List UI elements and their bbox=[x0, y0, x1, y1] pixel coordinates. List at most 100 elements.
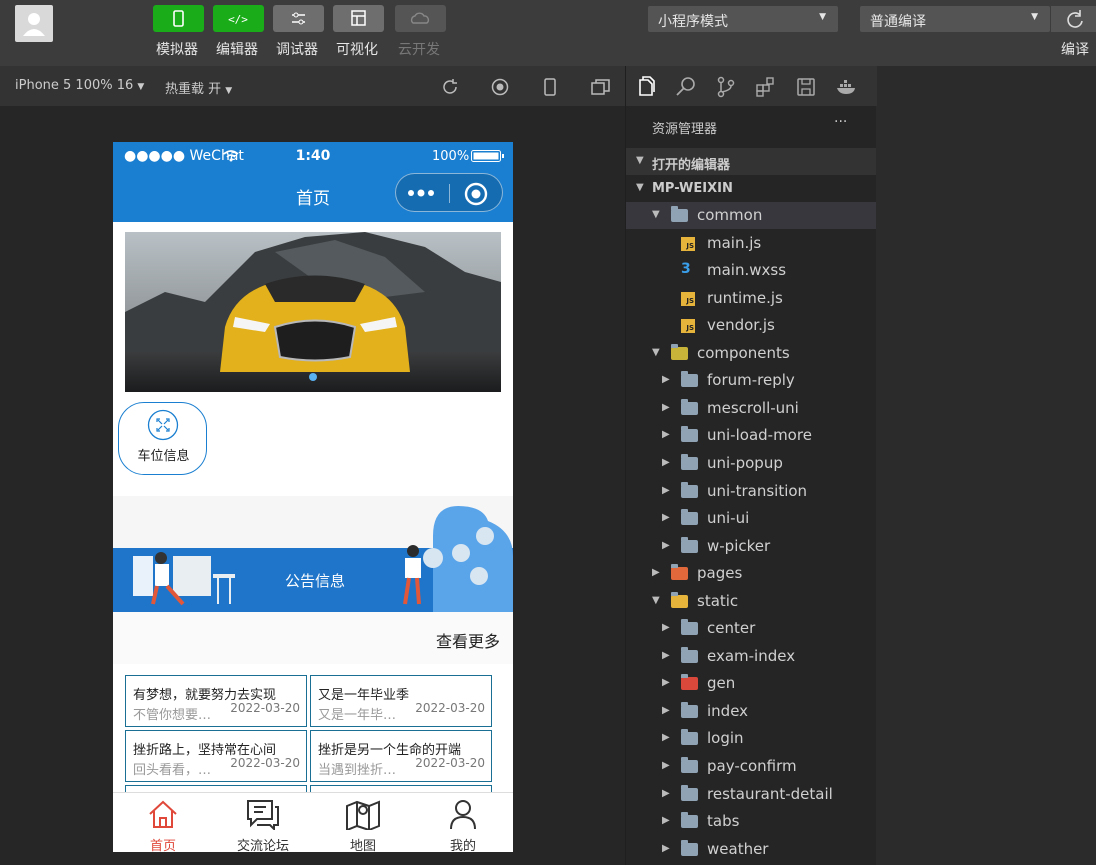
folder-icon bbox=[681, 674, 698, 691]
css-file-icon: 3 bbox=[681, 261, 691, 278]
tab-home[interactable]: 首页 bbox=[113, 793, 213, 852]
notice-card[interactable]: 挫折是另一个生命的开端 当遇到挫折… 2022-03-20 bbox=[310, 730, 492, 782]
notice-card[interactable]: 又是一年毕业季 又是一年毕… 2022-03-20 bbox=[310, 675, 492, 727]
notice-title: 公告信息 bbox=[285, 572, 346, 590]
battery-icon bbox=[471, 150, 504, 162]
open-editors-header[interactable]: ▼ 打开的编辑器 bbox=[626, 148, 877, 175]
compile-select[interactable]: 普通编译 ▼ bbox=[860, 6, 1050, 32]
folder-icon bbox=[671, 591, 688, 608]
tree-item[interactable]: ▶ index bbox=[626, 698, 877, 725]
tree-item[interactable]: ▶ forum-reply bbox=[626, 367, 877, 394]
debugger-button[interactable] bbox=[273, 5, 324, 32]
tab-map[interactable]: 地图 bbox=[313, 793, 413, 852]
tab-label: 地图 bbox=[349, 839, 376, 852]
tree-item[interactable]: ▶ pages bbox=[626, 560, 877, 587]
tree-item[interactable]: ▶ center bbox=[626, 615, 877, 642]
tree-item[interactable]: ▶ pay-confirm bbox=[626, 753, 877, 780]
view-more-link[interactable]: 查看更多 bbox=[436, 628, 500, 652]
open-editors-label: 打开的编辑器 bbox=[652, 158, 731, 173]
phone-icon[interactable] bbox=[540, 77, 560, 97]
compile-button[interactable] bbox=[1051, 6, 1096, 32]
cloud-button[interactable] bbox=[395, 5, 446, 32]
tree-item[interactable]: ▶ mescroll-uni bbox=[626, 395, 877, 422]
tree-item[interactable]: ▶ uni-transition bbox=[626, 478, 877, 505]
folder-icon bbox=[681, 481, 698, 498]
chevron-right-icon: ▶ bbox=[662, 622, 670, 634]
editor-button[interactable]: </> bbox=[213, 5, 264, 32]
chevron-right-icon: ▶ bbox=[662, 374, 670, 386]
compile-label: 编译 bbox=[1061, 42, 1089, 58]
notice-card[interactable]: 挫折路上，坚持常在心间 回头看看，… 2022-03-20 bbox=[125, 730, 307, 782]
folder-icon bbox=[681, 812, 698, 829]
simulator-button[interactable] bbox=[153, 5, 204, 32]
mode-select[interactable]: 小程序模式 ▼ bbox=[648, 6, 838, 32]
code-icon: </> bbox=[228, 13, 248, 26]
avatar[interactable] bbox=[15, 5, 53, 42]
tree-item[interactable]: ▼ components bbox=[626, 340, 877, 367]
tree-item[interactable]: ▼ common bbox=[626, 202, 877, 229]
tree-item[interactable]: ▶ restaurant-detail bbox=[626, 781, 877, 808]
more-icon[interactable] bbox=[406, 186, 438, 200]
tree-item[interactable]: ▶ weather bbox=[626, 836, 877, 863]
search-icon[interactable] bbox=[675, 76, 697, 98]
tree-item-label: uni-ui bbox=[707, 509, 750, 528]
folder-icon bbox=[681, 839, 698, 856]
rotate-icon[interactable] bbox=[440, 77, 460, 97]
tree-item-label: login bbox=[707, 729, 744, 748]
tree-item-label: pages bbox=[697, 564, 743, 583]
visual-button[interactable] bbox=[333, 5, 384, 32]
save-icon[interactable] bbox=[795, 76, 817, 98]
tree-item-label: tabs bbox=[707, 812, 740, 831]
tree-item[interactable]: JS runtime.js bbox=[626, 285, 877, 312]
tree-item[interactable]: ▶ uni-ui bbox=[626, 505, 877, 532]
docker-icon[interactable] bbox=[835, 76, 857, 98]
extensions-icon[interactable] bbox=[755, 76, 777, 98]
tree-item-label: uni-transition bbox=[707, 481, 808, 500]
chevron-right-icon: ▶ bbox=[662, 456, 670, 468]
stop-icon[interactable] bbox=[490, 77, 510, 97]
folder-icon bbox=[681, 536, 698, 553]
device-select[interactable]: iPhone 5 100% 16 ▼ bbox=[15, 78, 144, 93]
explorer-more-icon[interactable]: ··· bbox=[834, 114, 847, 130]
close-app-icon[interactable] bbox=[464, 182, 488, 206]
tree-item[interactable]: ▶ gen bbox=[626, 670, 877, 697]
chevron-right-icon: ▶ bbox=[662, 787, 670, 799]
tab-forum[interactable]: 交流论坛 bbox=[213, 793, 313, 852]
git-branch-icon[interactable] bbox=[715, 76, 737, 98]
tab-label: 首页 bbox=[149, 839, 176, 852]
chevron-down-icon: ▼ bbox=[652, 594, 660, 606]
chevron-right-icon: ▶ bbox=[652, 567, 660, 579]
tree-item[interactable]: ▶ login bbox=[626, 725, 877, 752]
tree-item[interactable]: 3 main.wxss bbox=[626, 257, 877, 284]
mode-select-value: 小程序模式 bbox=[658, 14, 728, 30]
tree-item[interactable]: JS main.js bbox=[626, 230, 877, 257]
tree-item[interactable]: ▼ static bbox=[626, 588, 877, 615]
chevron-down-icon: ▼ bbox=[636, 155, 644, 166]
detach-icon[interactable] bbox=[590, 77, 612, 97]
tree-item[interactable]: ▶ w-picker bbox=[626, 533, 877, 560]
hot-reload-select[interactable]: 热重载 开 ▼ bbox=[165, 78, 232, 97]
chevron-down-icon: ▼ bbox=[652, 346, 660, 358]
project-header[interactable]: ▼ MP-WEIXIN bbox=[626, 175, 877, 202]
tree-item-label: forum-reply bbox=[707, 371, 795, 390]
expand-icon bbox=[147, 409, 179, 441]
tree-item[interactable]: ▶ uni-load-more bbox=[626, 422, 877, 449]
tree-item[interactable]: ▶ tabs bbox=[626, 808, 877, 835]
folder-icon bbox=[671, 343, 688, 360]
visual-label: 可视化 bbox=[336, 42, 378, 58]
tab-mine[interactable]: 我的 bbox=[413, 793, 513, 852]
tree-item[interactable]: ▶ exam-index bbox=[626, 643, 877, 670]
tree-item[interactable]: JS vendor.js bbox=[626, 312, 877, 339]
tree-item[interactable]: ▶ uni-popup bbox=[626, 450, 877, 477]
parking-info-button[interactable]: 车位信息 bbox=[118, 402, 207, 475]
tree-item-label: center bbox=[707, 619, 756, 638]
map-icon bbox=[346, 800, 380, 830]
simulator-label: 模拟器 bbox=[156, 42, 198, 58]
chevron-right-icon: ▶ bbox=[662, 401, 670, 413]
files-icon[interactable] bbox=[635, 76, 657, 98]
folder-icon bbox=[681, 398, 698, 415]
notice-card[interactable]: 有梦想，就要努力去实现 不管你想要… 2022-03-20 bbox=[125, 675, 307, 727]
tree-item-label: w-picker bbox=[707, 536, 771, 555]
banner-swiper[interactable] bbox=[125, 232, 501, 392]
tree-item-label: mescroll-uni bbox=[707, 398, 799, 417]
